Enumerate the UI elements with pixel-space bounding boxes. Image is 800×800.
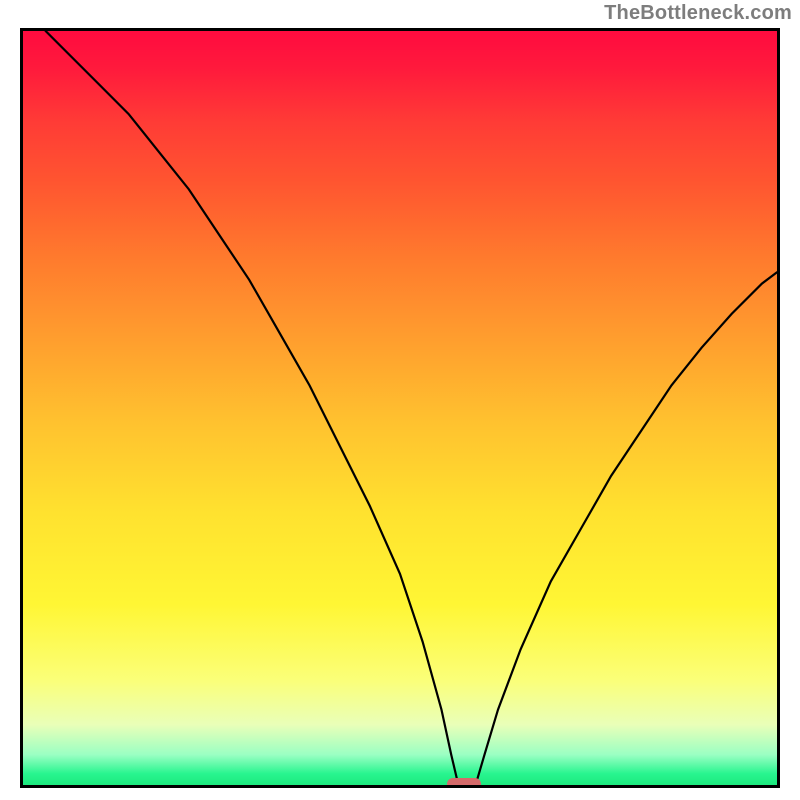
curve-right-branch bbox=[477, 272, 777, 780]
bottleneck-chart: TheBottleneck.com bbox=[0, 0, 800, 800]
curve-svg bbox=[23, 31, 777, 785]
plot-area bbox=[20, 28, 780, 788]
watermark-text: TheBottleneck.com bbox=[604, 2, 792, 25]
optimal-point-marker bbox=[447, 778, 481, 788]
curve-left-branch bbox=[46, 31, 458, 780]
